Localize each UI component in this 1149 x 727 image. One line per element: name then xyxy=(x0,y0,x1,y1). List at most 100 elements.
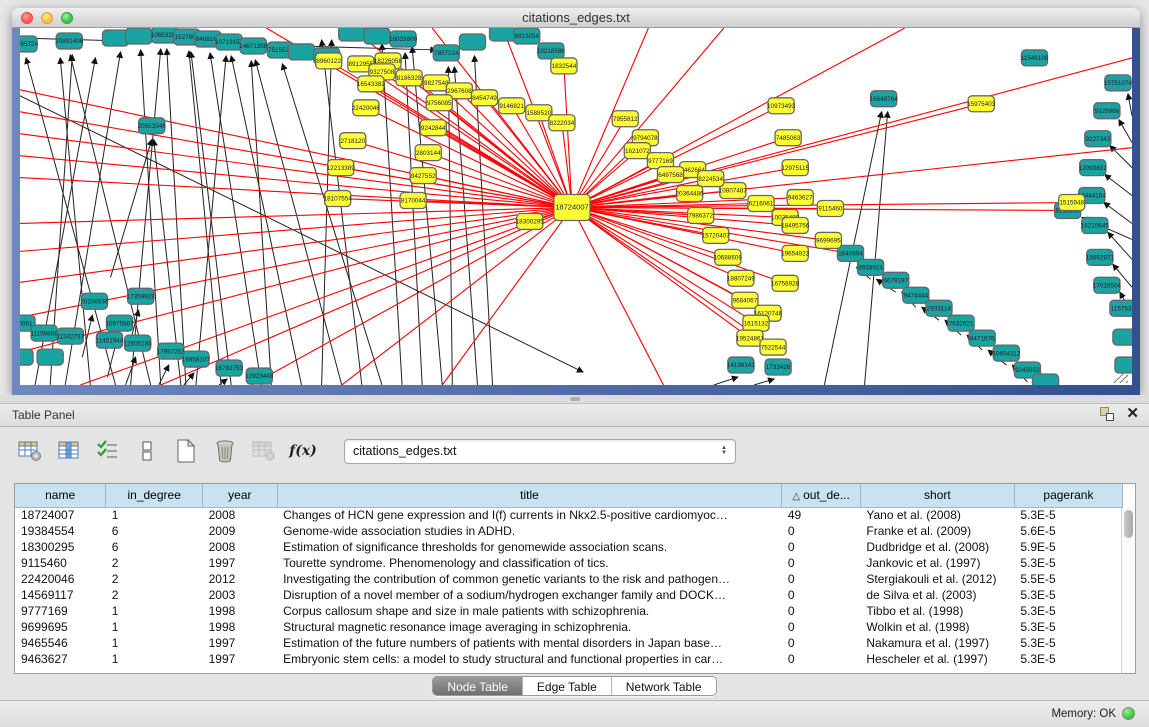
network-node[interactable]: 19654923 xyxy=(781,245,810,261)
network-hub-node[interactable]: 18724007 xyxy=(554,195,590,221)
network-edge[interactable] xyxy=(231,56,301,385)
network-edge[interactable] xyxy=(714,377,738,385)
network-node[interactable]: 16033809 xyxy=(389,31,418,47)
network-node[interactable]: 2718120 xyxy=(340,133,366,149)
tab-node-table[interactable]: Node Table xyxy=(433,677,522,695)
network-edge[interactable] xyxy=(110,140,151,278)
panel-divider[interactable] xyxy=(0,395,1149,403)
network-node[interactable]: 20206536 xyxy=(80,293,109,309)
network-node[interactable]: 1832544 xyxy=(551,58,577,74)
network-node[interactable]: 12923448 xyxy=(245,368,274,384)
zoom-window-button[interactable] xyxy=(61,12,73,24)
network-node[interactable]: 9115460 xyxy=(817,201,843,217)
network-node[interactable]: 16543382 xyxy=(357,76,386,92)
network-node[interactable]: 11342737 xyxy=(56,328,84,344)
network-node[interactable]: 11156868 xyxy=(31,325,59,341)
network-edge[interactable] xyxy=(564,66,572,208)
network-node[interactable]: 11451944 xyxy=(96,332,124,348)
column-header-pagerank[interactable]: pagerank xyxy=(1014,484,1122,507)
minimize-window-button[interactable] xyxy=(41,12,53,24)
network-node[interactable]: 9684067 xyxy=(732,292,758,308)
network-node[interactable] xyxy=(364,28,390,44)
column-header-name[interactable]: name xyxy=(15,484,106,507)
network-node[interactable]: 12213389 xyxy=(327,160,356,176)
network-node[interactable]: 7955812 xyxy=(612,111,638,127)
network-node[interactable]: 16756928 xyxy=(771,275,800,291)
column-header-short[interactable]: short xyxy=(860,484,1014,507)
network-node[interactable]: 15692971 xyxy=(1086,249,1115,265)
table-row[interactable]: 911546021997Tourette syndrome. Phenomeno… xyxy=(15,555,1123,571)
network-node[interactable]: 16648784 xyxy=(870,91,899,107)
table-row[interactable]: 2242004622012Investigating the contribut… xyxy=(15,571,1123,587)
network-node[interactable]: 9474444 xyxy=(903,287,929,303)
network-node[interactable] xyxy=(339,28,365,41)
network-node[interactable]: 11548108 xyxy=(1021,50,1049,66)
network-node[interactable]: 1640994 xyxy=(837,245,863,261)
table-settings-button[interactable] xyxy=(16,437,44,465)
network-node[interactable]: 9463627 xyxy=(787,190,813,206)
network-edge[interactable] xyxy=(448,67,452,385)
network-node[interactable] xyxy=(1115,357,1132,373)
network-window-titlebar[interactable]: citations_edges.txt xyxy=(12,8,1140,28)
network-node[interactable]: 20891406 xyxy=(55,33,84,49)
network-node[interactable]: 20553346 xyxy=(138,118,167,134)
network-edge[interactable] xyxy=(20,207,572,223)
memory-ok-indicator[interactable] xyxy=(1122,707,1135,720)
new-table-button[interactable] xyxy=(172,437,200,465)
network-node[interactable]: 16210645 xyxy=(1081,217,1110,233)
import-table-button[interactable] xyxy=(250,437,278,465)
table-row[interactable]: 969969511998Structural magnetic resonanc… xyxy=(15,619,1123,635)
network-node[interactable]: 9827548 xyxy=(423,75,449,91)
network-edge[interactable] xyxy=(1128,94,1132,116)
column-header-outde[interactable]: △out_de... xyxy=(782,484,861,507)
network-node[interactable]: 7485063 xyxy=(775,130,801,146)
network-node[interactable]: 7522544 xyxy=(760,339,786,355)
network-node[interactable]: 1615132 xyxy=(743,315,769,331)
table-row[interactable]: 946362711997Embryonic stem cells: a mode… xyxy=(15,651,1123,667)
network-node[interactable] xyxy=(288,44,314,60)
network-node[interactable]: 1588520 xyxy=(526,105,552,121)
network-node[interactable] xyxy=(126,28,152,44)
network-node[interactable]: 6497568 xyxy=(657,167,683,183)
network-node[interactable]: 15975403 xyxy=(967,96,996,112)
network-node[interactable]: 9146821 xyxy=(499,98,525,114)
network-node[interactable]: 12093832 xyxy=(1079,160,1108,176)
network-node[interactable]: 1515948 xyxy=(1059,195,1085,211)
network-node[interactable]: 2933114 xyxy=(926,300,952,316)
network-node[interactable]: 9329966 xyxy=(1094,103,1120,119)
table-row[interactable]: 946554611997Estimation of the future num… xyxy=(15,635,1123,651)
network-node[interactable]: 7986372 xyxy=(688,207,714,223)
network-node[interactable]: 18107554 xyxy=(324,191,353,207)
row-height-button[interactable] xyxy=(133,437,161,465)
network-node[interactable]: 8170044 xyxy=(400,193,426,209)
select-columns-button[interactable] xyxy=(94,437,122,465)
table-select[interactable]: citations_edges.txt ▲▼ xyxy=(344,439,736,464)
column-header-year[interactable]: year xyxy=(203,484,277,507)
network-node[interactable]: 7632621 xyxy=(948,315,974,331)
network-node[interactable]: 20364486 xyxy=(676,186,705,202)
network-edge[interactable] xyxy=(865,112,888,385)
network-node[interactable]: 15751074 xyxy=(1104,75,1132,91)
close-panel-icon[interactable]: ✕ xyxy=(1126,407,1139,421)
network-node[interactable] xyxy=(1032,374,1058,385)
network-edge[interactable] xyxy=(405,53,422,385)
network-node[interactable]: 24055724 xyxy=(20,36,39,52)
column-header-title[interactable]: title xyxy=(277,484,782,507)
network-node[interactable] xyxy=(20,349,33,365)
network-node[interactable]: 1167531 xyxy=(1110,300,1132,316)
network-node[interactable]: 18495756 xyxy=(781,217,810,233)
network-node[interactable]: 6679197 xyxy=(883,272,909,288)
network-node[interactable]: 2803144 xyxy=(415,145,441,161)
network-node[interactable]: 10688609 xyxy=(714,249,743,265)
network-edge[interactable] xyxy=(754,379,774,385)
table-row[interactable]: 977716911998Corpus callosum shape and si… xyxy=(15,603,1123,619)
network-node[interactable]: 9242844 xyxy=(420,120,446,136)
network-node[interactable]: 8186328 xyxy=(396,70,422,86)
network-node[interactable]: 19218586 xyxy=(537,43,566,59)
scrollbar-thumb[interactable] xyxy=(1124,510,1133,538)
network-node[interactable]: 7857224 xyxy=(433,45,459,61)
table-scrollbar[interactable] xyxy=(1121,508,1134,673)
network-node[interactable] xyxy=(490,28,516,41)
network-node[interactable]: 18807249 xyxy=(727,270,756,286)
function-builder-button[interactable]: f(x) xyxy=(289,437,317,465)
